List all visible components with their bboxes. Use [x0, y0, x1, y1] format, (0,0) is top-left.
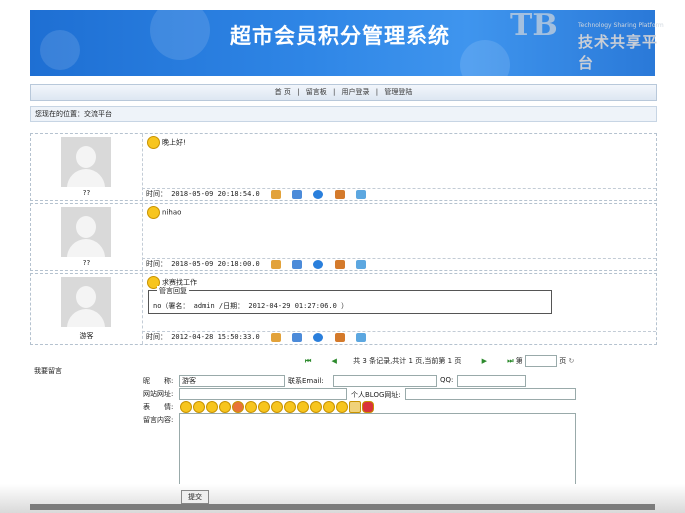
msn-icon[interactable] [292, 189, 303, 199]
smile-icon[interactable] [284, 401, 296, 413]
email-input[interactable] [333, 375, 437, 387]
pagination: ⏮ ◀ 共 3 条记录,共计 1 页,当前第 1 页 ▶ ⏭ 第 页 ↻ [305, 355, 574, 367]
qq-input[interactable] [457, 375, 526, 387]
message-time: 时间： 2018-05-09 20:18:54.0 [146, 190, 260, 198]
nav-guestbook[interactable]: 留言板 [306, 88, 327, 96]
message-item: ?? nihao 时间： 2018-05-09 20:18:00.0 [30, 203, 657, 271]
main-nav: 首 页 | 留言板 | 用户登录 | 管理登陆 [30, 84, 657, 101]
message-author: ?? [82, 189, 91, 197]
breadcrumb-text: 您现在的位置：交流平台 [35, 110, 112, 118]
smile-icon[interactable] [245, 401, 257, 413]
nav-admin-login[interactable]: 管理登陆 [384, 88, 412, 96]
message-time: 时间： 2018-05-09 20:18:00.0 [146, 260, 260, 268]
email-label: 联系Email: [288, 377, 324, 385]
msn-icon[interactable] [292, 332, 303, 342]
message-author: 游客 [79, 332, 94, 340]
victory-icon[interactable] [349, 401, 361, 413]
logo-mark: TB [510, 8, 558, 43]
page-label: 页 [559, 357, 567, 365]
site-title: 超市会员积分管理系统 [230, 24, 450, 48]
smiley-icon [147, 136, 160, 149]
message-footer: 时间： 2018-05-09 20:18:54.0 [142, 188, 656, 200]
qq-icon[interactable] [270, 259, 281, 269]
message-content-input[interactable] [179, 413, 576, 491]
angry-icon[interactable] [232, 401, 244, 413]
logo-chinese: 技术共享平台 [578, 33, 659, 72]
message-author: ?? [82, 259, 91, 267]
smile-icon[interactable] [180, 401, 192, 413]
prev-page-icon[interactable]: ◀ [332, 357, 337, 365]
ie-icon[interactable] [313, 332, 324, 342]
message-text: nihao [162, 208, 182, 217]
reply-icon[interactable] [355, 332, 366, 342]
reply-text: no（署名： admin /日期： 2012-04-29 01:27:06.0 … [153, 302, 349, 310]
avatar [61, 277, 111, 327]
message-item: ?? 晚上好! 时间： 2018-05-09 20:18:54.0 [30, 133, 657, 201]
nickname-input[interactable]: 游客 [179, 375, 285, 387]
msn-icon[interactable] [292, 259, 303, 269]
leave-message-label: 我要留言 [34, 367, 62, 375]
go-label: 第 [515, 357, 523, 365]
home-icon[interactable] [334, 332, 345, 342]
reply-legend: 管言回复 [157, 286, 189, 296]
site-logo: TB Technology Sharing Platform 技术共享平台 [502, 8, 672, 72]
breadcrumb: 您现在的位置：交流平台 [30, 106, 657, 122]
message-text: 晚上好! [162, 138, 186, 147]
expression-label: 表 情: [143, 403, 174, 411]
ie-icon[interactable] [313, 259, 324, 269]
avatar [61, 207, 111, 257]
smile-icon[interactable] [297, 401, 309, 413]
message-time: 时间： 2012-04-28 15:50:33.0 [146, 333, 260, 341]
reply-icon[interactable] [355, 189, 366, 199]
blog-input[interactable] [405, 388, 576, 400]
website-input[interactable] [179, 388, 347, 400]
smiley-icon [147, 206, 160, 219]
smile-icon[interactable] [193, 401, 205, 413]
nav-home[interactable]: 首 页 [275, 88, 291, 96]
footer-divider [30, 504, 655, 510]
qq-label: QQ: [440, 376, 454, 384]
home-icon[interactable] [334, 189, 345, 199]
qq-icon[interactable] [270, 189, 281, 199]
content-label: 留言内容: [143, 416, 174, 424]
message-footer: 时间： 2012-04-28 15:50:33.0 [142, 331, 656, 343]
nickname-label: 昵 称: [143, 377, 174, 385]
smile-icon[interactable] [310, 401, 322, 413]
next-page-icon[interactable]: ▶ [482, 357, 487, 365]
message-footer: 时间： 2018-05-09 20:18:00.0 [142, 258, 656, 270]
message-item: 游客 求赛找工作 管言回复 no（署名： admin /日期： 2012-04-… [30, 273, 657, 345]
blog-label: 个人BLOG网址: [351, 391, 401, 399]
nav-user-login[interactable]: 用户登录 [342, 88, 370, 96]
logo-english: Technology Sharing Platform [578, 22, 664, 29]
smile-icon[interactable] [323, 401, 335, 413]
go-icon[interactable]: ↻ [568, 357, 574, 365]
avatar [61, 137, 111, 187]
smile-icon[interactable] [336, 401, 348, 413]
website-label: 网站网址: [143, 390, 174, 398]
page-number-input[interactable] [524, 355, 557, 367]
smile-icon[interactable] [271, 401, 283, 413]
qq-icon[interactable] [270, 332, 281, 342]
first-page-icon[interactable]: ⏮ [305, 357, 311, 365]
ie-icon[interactable] [313, 189, 324, 199]
smile-icon[interactable] [206, 401, 218, 413]
reply-icon[interactable] [355, 259, 366, 269]
admin-reply-box: 管言回复 no（署名： admin /日期： 2012-04-29 01:27:… [148, 286, 552, 314]
lips-icon[interactable] [362, 401, 374, 413]
last-page-icon[interactable]: ⏭ [507, 357, 513, 365]
home-icon[interactable] [334, 259, 345, 269]
smile-icon[interactable] [219, 401, 231, 413]
submit-button[interactable]: 提交 [181, 490, 209, 504]
smile-icon[interactable] [258, 401, 270, 413]
pager-summary: 共 3 条记录,共计 1 页,当前第 1 页 [353, 357, 462, 365]
